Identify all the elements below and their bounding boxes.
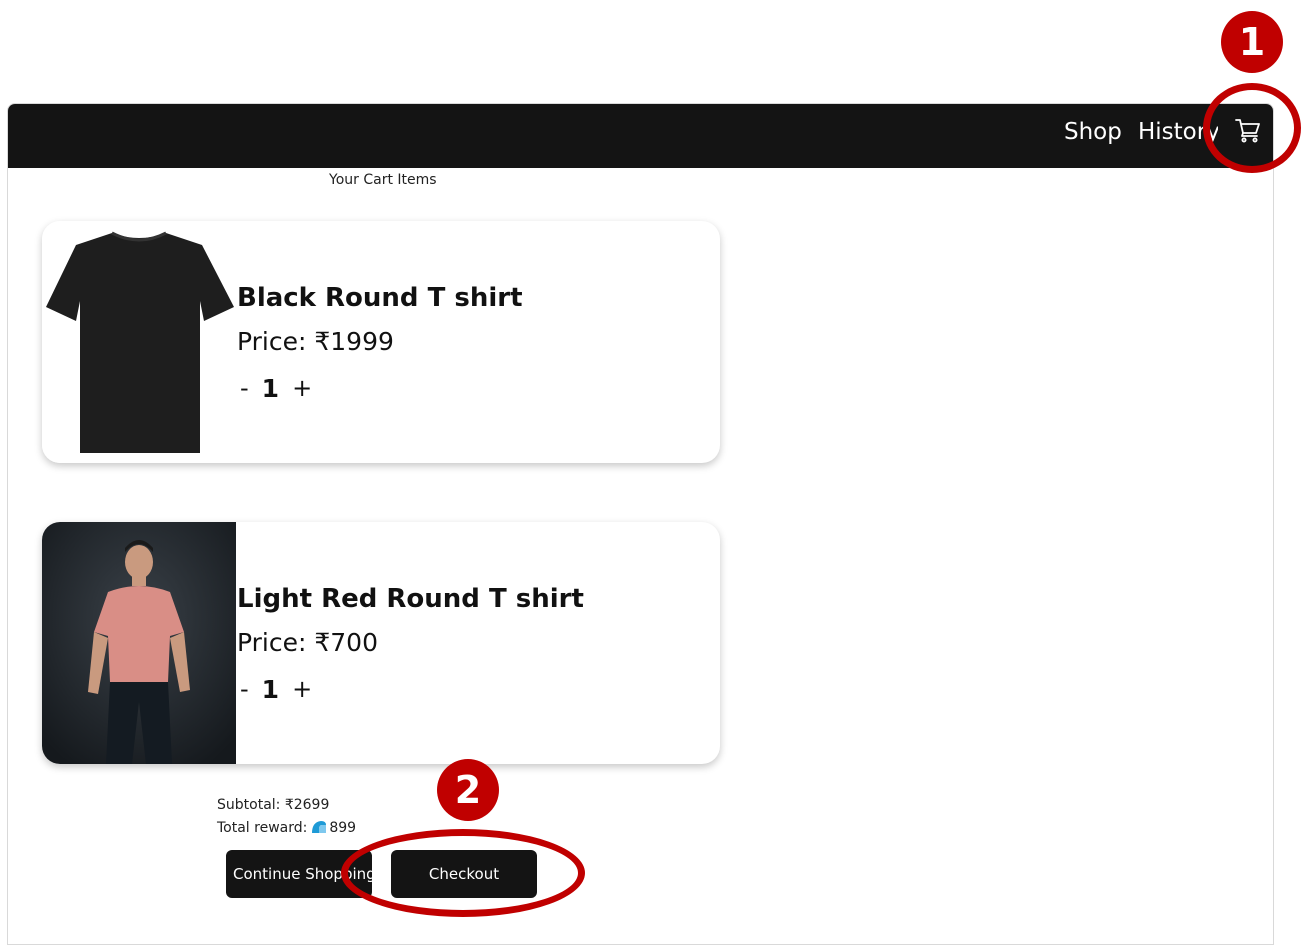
black-tshirt-image[interactable] (42, 221, 236, 463)
subtotal-text: Subtotal: ₹2699 (217, 797, 330, 813)
annotation-badge-2: 2 (437, 759, 499, 821)
reward-coin-icon (311, 820, 327, 834)
decrease-quantity-button[interactable]: - (237, 374, 252, 402)
nav-shop-link[interactable]: Shop (1064, 118, 1122, 146)
increase-quantity-button[interactable]: + (289, 675, 315, 703)
checkout-button[interactable]: Checkout (391, 850, 537, 898)
model-red-tshirt-image[interactable] (42, 522, 236, 764)
product-name: Black Round T shirt (237, 283, 523, 313)
total-reward-value: 899 (329, 820, 357, 836)
app-window: Shop History Your Cart Items Black Round… (7, 103, 1274, 945)
cart-icon[interactable] (1234, 116, 1262, 144)
quantity-value: 1 (261, 373, 280, 403)
cart-item-card: Light Red Round T shirt Price: ₹700 - 1 … (42, 522, 720, 764)
product-name: Light Red Round T shirt (237, 584, 584, 614)
quantity-value: 1 (261, 674, 280, 704)
nav-history-link[interactable]: History (1138, 118, 1218, 146)
total-reward-row: Total reward: 899 (217, 820, 356, 836)
quantity-stepper: - 1 + (237, 373, 315, 403)
annotation-badge-1: 1 (1221, 11, 1283, 73)
total-reward-label: Total reward: (217, 820, 308, 836)
product-price: Price: ₹1999 (237, 327, 394, 356)
cart-item-card: Black Round T shirt Price: ₹1999 - 1 + (42, 221, 720, 463)
increase-quantity-button[interactable]: + (289, 374, 315, 402)
navbar: Shop History (8, 104, 1273, 168)
cart-title: Your Cart Items (329, 172, 437, 188)
continue-shopping-button[interactable]: Continue Shopping (226, 850, 372, 898)
quantity-stepper: - 1 + (237, 674, 315, 704)
decrease-quantity-button[interactable]: - (237, 675, 252, 703)
product-price: Price: ₹700 (237, 628, 378, 657)
